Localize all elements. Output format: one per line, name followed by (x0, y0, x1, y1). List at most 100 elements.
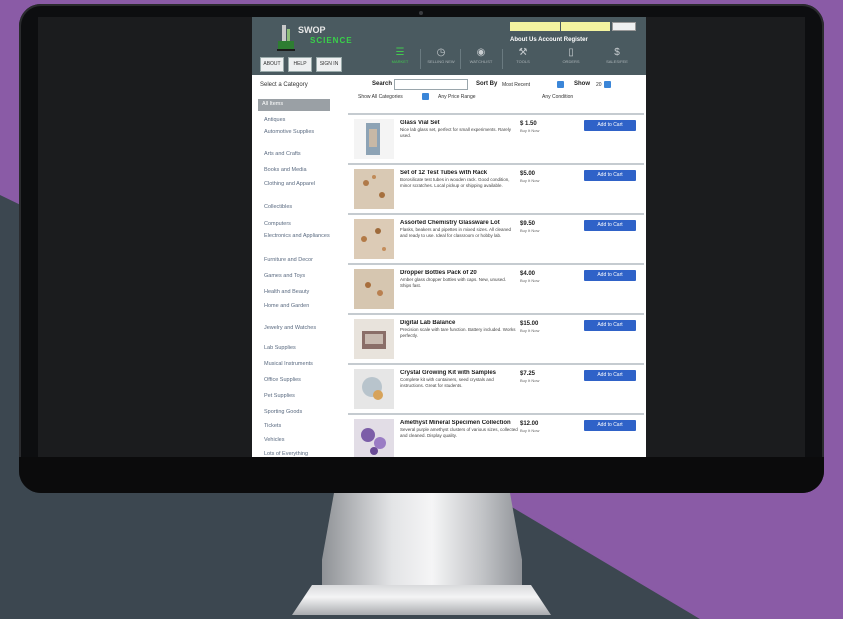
item-price: $4.00 (520, 271, 536, 277)
sort-select[interactable]: Most Recent (502, 82, 530, 88)
item-description: Precision scale with tare function. Batt… (400, 327, 516, 338)
nav-tools[interactable]: ⚒ TOOLS (508, 47, 538, 64)
list-icon: ☰ (395, 47, 405, 58)
help-button[interactable]: HELP (288, 57, 312, 72)
account-links[interactable]: About Us Account Register (510, 37, 588, 43)
login-go-button[interactable] (612, 22, 636, 31)
item-title[interactable]: Set of 12 Test Tubes with Rack (400, 170, 518, 176)
price-select[interactable]: Any Price Range (438, 94, 476, 100)
monitor-screen: SWOP SCIENCE ABOUT HELP SIGN IN About Us… (38, 17, 805, 459)
sort-dropdown-icon[interactable] (557, 81, 564, 88)
add-to-cart-button[interactable]: Add to Cart (584, 370, 636, 381)
item-thumbnail (354, 219, 394, 259)
listing-item[interactable]: Digital Lab Balance Precision scale with… (348, 313, 644, 363)
nav-divider (502, 49, 503, 69)
item-description: Amber glass dropper bottles with caps. N… (400, 277, 507, 288)
sidebar-item[interactable]: Arts and Crafts (264, 151, 332, 157)
item-buy-type: Buy It Now (520, 128, 540, 133)
add-to-cart-button[interactable]: Add to Cart (584, 320, 636, 331)
sidebar-item[interactable]: Computers (264, 221, 332, 227)
sidebar-item[interactable]: Musical Instruments (264, 361, 332, 367)
sidebar-item[interactable]: Office Supplies (264, 377, 332, 383)
nav-sales-fee[interactable]: $ SALES/FEE (602, 47, 632, 64)
hammer-icon: ⚒ (518, 47, 528, 58)
listing-item[interactable]: Dropper Bottles Pack of 20 Amber glass d… (348, 263, 644, 313)
item-thumbnail (354, 169, 394, 209)
nav-market-label: MARKET (391, 59, 409, 64)
flask-logo-icon (277, 25, 295, 51)
item-buy-type: Buy It Now (520, 228, 540, 233)
sidebar-item[interactable]: Tickets (264, 423, 332, 429)
condition-select[interactable]: Any Condition (542, 94, 573, 100)
item-title[interactable]: Digital Lab Balance (400, 320, 518, 326)
show-select[interactable]: 20 (596, 82, 602, 88)
show-dropdown-icon[interactable] (604, 81, 611, 88)
logo-text-top: SWOP (298, 25, 326, 35)
category-select[interactable]: Show All Categories (358, 94, 403, 100)
sidebar-item[interactable]: Games and Toys (264, 273, 332, 279)
sidebar-item[interactable]: Sporting Goods (264, 409, 332, 415)
listing-item[interactable]: Amethyst Mineral Specimen Collection Sev… (348, 413, 644, 459)
filter-bar: Search Sort By Most Recent Show 20 Show … (352, 77, 642, 103)
site-header: SWOP SCIENCE ABOUT HELP SIGN IN About Us… (252, 17, 646, 75)
add-to-cart-button[interactable]: Add to Cart (584, 220, 636, 231)
listing-item[interactable]: Glass Vial Set Nice lab glass set, perfe… (348, 113, 644, 163)
sidebar-item[interactable]: Lab Supplies (264, 345, 332, 351)
item-price: $7.25 (520, 371, 536, 377)
nav-orders-label: ORDERS (562, 59, 580, 64)
nav-watchlist-label: WATCHLIST (469, 59, 493, 64)
sidebar-item[interactable]: Home and Garden (264, 303, 332, 309)
item-description: Borosilicate test tubes in wooden rack. … (400, 177, 510, 188)
nav-divider (460, 49, 461, 69)
item-title[interactable]: Assorted Chemistry Glassware Lot (400, 220, 518, 226)
category-dropdown-icon[interactable] (422, 93, 429, 100)
sidebar-item[interactable]: Clothing and Apparel (264, 181, 332, 187)
nav-orders[interactable]: ▯ ORDERS (556, 47, 586, 64)
eye-icon: ◉ (476, 47, 486, 58)
listing-item[interactable]: Assorted Chemistry Glassware Lot Flasks,… (348, 213, 644, 263)
item-buy-type: Buy It Now (520, 328, 540, 333)
login-password-input[interactable] (561, 22, 610, 31)
sidebar-title: Select a Category (260, 82, 308, 88)
nav-watchlist[interactable]: ◉ WATCHLIST (466, 47, 496, 64)
add-to-cart-button[interactable]: Add to Cart (584, 420, 636, 431)
monitor-foot (292, 585, 551, 615)
listing-item[interactable]: Crystal Growing Kit with Samples Complet… (348, 363, 644, 413)
listing-item[interactable]: Set of 12 Test Tubes with Rack Borosilic… (348, 163, 644, 213)
nav-market[interactable]: ☰ MARKET (385, 47, 415, 64)
sidebar-item[interactable]: Vehicles (264, 437, 332, 443)
dollar-icon: $ (614, 47, 620, 58)
item-price: $15.00 (520, 321, 539, 327)
item-price: $5.00 (520, 171, 536, 177)
login-username-input[interactable] (510, 22, 560, 31)
sidebar-item[interactable]: Collectibles (264, 204, 332, 210)
sidebar-item[interactable]: Electronics and Appliances (264, 233, 332, 239)
about-button[interactable]: ABOUT (260, 57, 284, 72)
sidebar-item[interactable]: Furniture and Decor (264, 257, 332, 263)
sidebar-item[interactable]: Automotive Supplies (264, 129, 332, 135)
nav-selling-new[interactable]: ◷ SELLING NEW (426, 47, 456, 64)
sidebar-item[interactable]: Books and Media (264, 167, 332, 173)
add-to-cart-button[interactable]: Add to Cart (584, 170, 636, 181)
nav-sales-label: SALES/FEE (606, 59, 628, 64)
item-buy-type: Buy It Now (520, 278, 540, 283)
item-thumbnail (354, 269, 394, 309)
item-title[interactable]: Amethyst Mineral Specimen Collection (400, 420, 518, 426)
item-thumbnail (354, 319, 394, 359)
search-input[interactable] (394, 79, 468, 90)
item-title[interactable]: Crystal Growing Kit with Samples (400, 370, 518, 376)
item-price: $ 1.50 (520, 121, 537, 127)
sidebar-item[interactable]: Antiques (264, 117, 332, 123)
item-description: Several purple amethyst clusters of vari… (400, 427, 518, 438)
item-title[interactable]: Dropper Bottles Pack of 20 (400, 270, 518, 276)
sidebar-item-all[interactable]: All Items (258, 99, 330, 111)
add-to-cart-button[interactable]: Add to Cart (584, 270, 636, 281)
sidebar-item[interactable]: Health and Beauty (264, 289, 332, 295)
logo-text-bottom: SCIENCE (310, 36, 353, 45)
add-to-cart-button[interactable]: Add to Cart (584, 120, 636, 131)
item-title[interactable]: Glass Vial Set (400, 120, 518, 126)
sidebar-item[interactable]: Jewelry and Watches (264, 325, 332, 331)
sign-in-button[interactable]: SIGN IN (316, 57, 342, 72)
clipboard-icon: ▯ (568, 47, 574, 58)
sidebar-item[interactable]: Pet Supplies (264, 393, 332, 399)
